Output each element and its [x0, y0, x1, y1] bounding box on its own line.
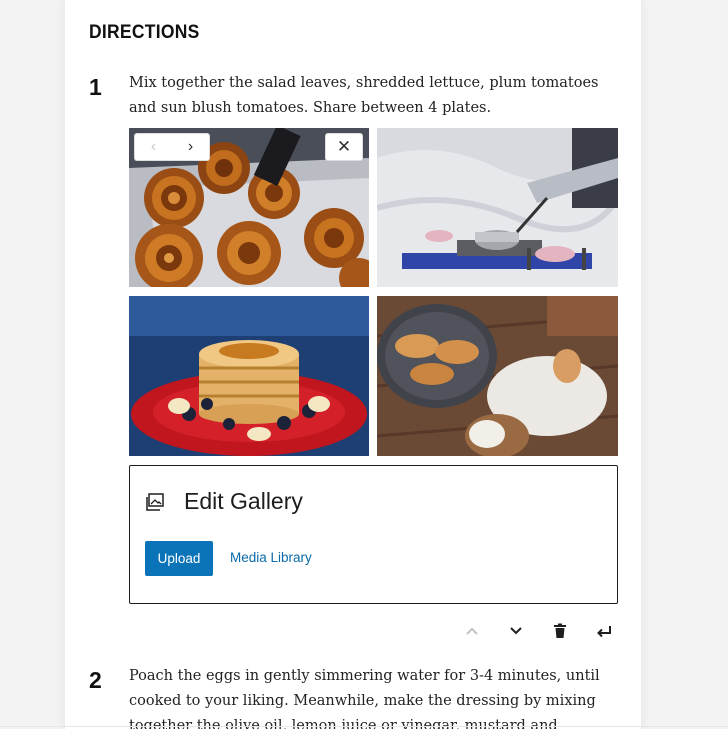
viewport-divider: [0, 726, 728, 727]
image-nav-group: ‹ ›: [135, 134, 209, 160]
section-heading: DIRECTIONS: [89, 22, 200, 43]
step-number-1: 1: [89, 74, 102, 100]
gallery-placeholder: Edit Gallery Upload Media Library: [129, 465, 618, 604]
step-number-2: 2: [89, 667, 102, 693]
trash-icon: [554, 623, 566, 638]
step-text-1[interactable]: Mix together the salad leaves, shredded …: [129, 71, 619, 121]
editor-content: DIRECTIONS 1 Mix together the salad leav…: [64, 0, 642, 729]
enter-icon: [597, 626, 611, 638]
gallery-image-cooking[interactable]: [377, 128, 618, 287]
gallery-image-pastries[interactable]: [377, 296, 618, 456]
close-icon[interactable]: ✕: [326, 134, 362, 160]
upload-button[interactable]: Upload: [145, 541, 213, 576]
gallery-icon: [146, 492, 164, 511]
chevron-right-icon[interactable]: ›: [172, 134, 209, 160]
gallery-image-pancakes[interactable]: [129, 296, 369, 456]
step-text-2[interactable]: Poach the eggs in gently simmering water…: [129, 664, 619, 729]
move-up-button[interactable]: [450, 619, 494, 643]
chevron-up-icon: [466, 627, 478, 635]
media-library-link[interactable]: Media Library: [230, 550, 312, 565]
move-down-button[interactable]: [494, 619, 538, 643]
remove-block-button[interactable]: [538, 619, 582, 643]
insert-after-button[interactable]: [582, 619, 626, 643]
gallery-image-cinnamon-rolls[interactable]: ‹ › ✕: [129, 128, 369, 287]
placeholder-title: Edit Gallery: [184, 488, 303, 514]
chevron-left-icon[interactable]: ‹: [135, 134, 172, 160]
block-mover-toolbar: [450, 619, 626, 643]
chevron-down-icon: [510, 627, 522, 635]
placeholder-title-row: Edit Gallery: [146, 488, 303, 515]
gallery-block[interactable]: ‹ › ✕: [129, 128, 618, 457]
